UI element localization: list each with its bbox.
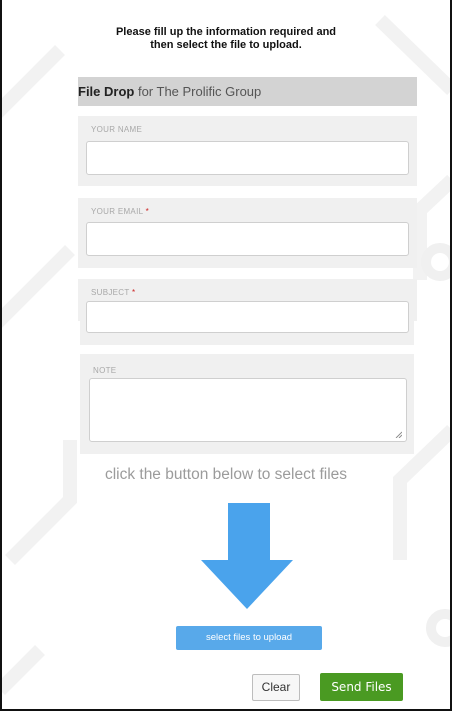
select-files-hint: click the button below to select files — [104, 466, 348, 483]
note-label: NOTE — [93, 366, 117, 375]
header-title-rest: for The Prolific Group — [134, 84, 262, 99]
subject-label: SUBJECT * — [91, 288, 135, 297]
resize-grip-icon[interactable] — [395, 431, 402, 438]
form-header: File Drop for The Prolific Group — [78, 77, 417, 106]
email-input[interactable] — [86, 222, 409, 256]
subject-input[interactable] — [86, 301, 409, 333]
header-title-bold: File Drop — [78, 84, 135, 99]
email-label-text: YOUR EMAIL — [91, 207, 146, 216]
down-arrow-icon — [201, 503, 293, 609]
email-required-mark: * — [145, 207, 149, 216]
subject-label-text: SUBJECT — [91, 288, 132, 297]
intro-line-1: Please fill up the information required … — [115, 26, 337, 38]
send-files-button[interactable]: Send Files — [320, 673, 403, 701]
intro-text: Please fill up the information required … — [70, 26, 382, 52]
select-files-button[interactable]: select files to upload — [176, 626, 322, 650]
name-input[interactable] — [86, 141, 409, 175]
clear-button[interactable]: Clear — [252, 674, 300, 701]
subject-required-mark: * — [131, 288, 136, 297]
email-label: YOUR EMAIL * — [91, 207, 149, 216]
note-textarea[interactable] — [89, 378, 407, 442]
name-label: YOUR NAME — [91, 125, 143, 134]
intro-line-2: then select the file to upload. — [150, 39, 302, 51]
